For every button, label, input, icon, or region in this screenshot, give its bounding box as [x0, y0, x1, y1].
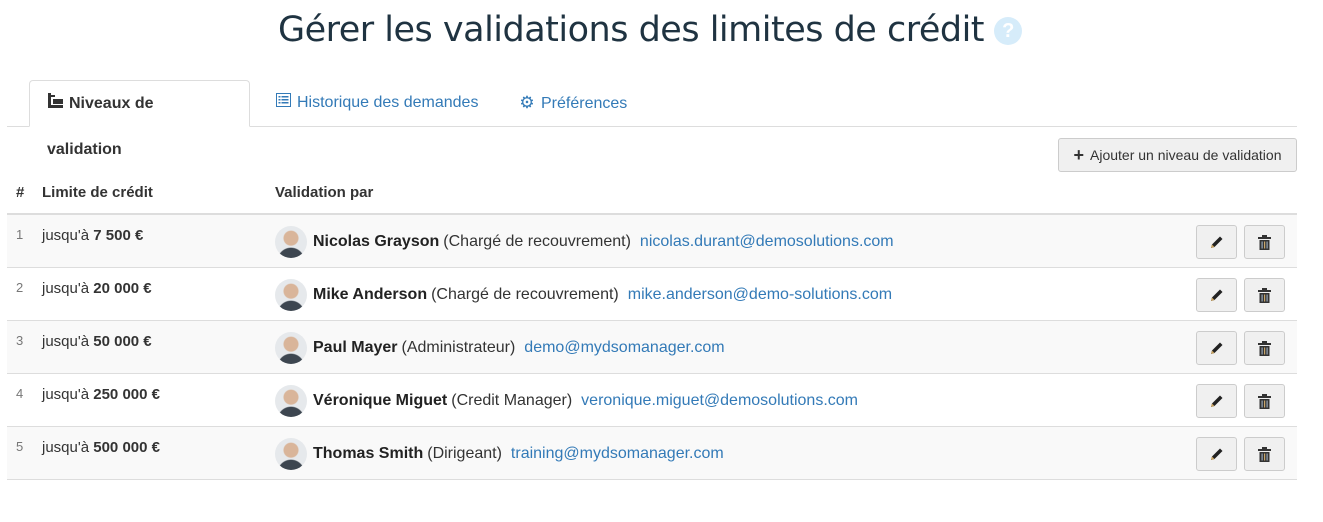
credit-limit: jusqu'à 7 500 €	[42, 227, 143, 244]
avatar	[275, 332, 307, 364]
trash-icon	[1258, 234, 1271, 250]
avatar	[275, 385, 307, 417]
validator-role: (Dirigeant)	[427, 445, 502, 462]
trash-icon	[1258, 287, 1271, 303]
validator-name: Nicolas Grayson	[313, 233, 440, 250]
delete-button[interactable]	[1244, 437, 1285, 471]
gear-icon: ⚙	[519, 93, 535, 112]
validator-name: Thomas Smith	[313, 445, 424, 462]
limit-prefix: jusqu'à	[42, 227, 90, 244]
limit-amount: 50 000 €	[93, 333, 152, 350]
tab-validation-levels[interactable]: Niveaux de validation	[29, 80, 250, 158]
validator-name: Mike Anderson	[313, 286, 428, 303]
limit-amount: 20 000 €	[93, 280, 152, 297]
limit-amount: 500 000 €	[93, 439, 160, 456]
validator: Nicolas Grayson (Chargé de recouvrement) n…	[275, 225, 894, 259]
trash-icon	[1258, 393, 1271, 409]
validator-email-link[interactable]: nicolas.durant@demosolutions.com	[640, 233, 894, 251]
sitemap-icon	[47, 81, 63, 127]
edit-button[interactable]	[1196, 384, 1237, 418]
validator: Thomas Smith (Dirigeant) training@mydsoman…	[275, 437, 724, 471]
validator-role: (Chargé de recouvrement)	[431, 286, 619, 303]
validator: Véronique Miguet (Credit Manager) veroniqu…	[275, 384, 858, 418]
tab-label: Historique des demandes	[297, 94, 479, 111]
avatar	[275, 279, 307, 311]
credit-limit: jusqu'à 20 000 €	[42, 280, 152, 297]
limit-amount: 250 000 €	[93, 386, 160, 403]
validator-email-link[interactable]: veronique.miguet@demosolutions.com	[581, 392, 858, 410]
edit-button[interactable]	[1196, 331, 1237, 365]
table-row: 1 jusqu'à 7 500 € Nicolas Grayson (Chargé d…	[7, 215, 1297, 268]
credit-limit: jusqu'à 250 000 €	[42, 386, 160, 403]
delete-button[interactable]	[1244, 225, 1285, 259]
avatar	[275, 226, 307, 258]
table-row: 3 jusqu'à 50 000 € Paul Mayer (Administrate…	[7, 321, 1297, 374]
validator-role: (Credit Manager)	[451, 392, 573, 409]
delete-button[interactable]	[1244, 278, 1285, 312]
limit-prefix: jusqu'à	[42, 280, 90, 297]
validator-name: Véronique Miguet	[313, 392, 448, 409]
validator: Paul Mayer (Administrateur) demo@mydsomana…	[275, 331, 725, 365]
limit-prefix: jusqu'à	[42, 386, 90, 403]
row-number: 1	[16, 227, 24, 242]
pencil-icon	[1210, 448, 1222, 460]
pencil-icon	[1210, 289, 1222, 301]
page-title-text: Gérer les validations des limites de cré…	[277, 10, 985, 50]
trash-icon	[1258, 446, 1271, 462]
limit-prefix: jusqu'à	[42, 439, 90, 456]
tab-label: Préférences	[541, 95, 628, 112]
row-number: 5	[16, 439, 24, 454]
pencil-icon	[1210, 342, 1222, 354]
row-number: 3	[16, 333, 24, 348]
validator-role: (Chargé de recouvrement)	[443, 233, 631, 250]
validator-email-link[interactable]: training@mydsomanager.com	[511, 445, 724, 463]
page-title: Gérer les validations des limites de cré…	[0, 10, 1300, 50]
validator-role: (Administrateur)	[401, 339, 516, 356]
validator-email-link[interactable]: mike.anderson@demo-solutions.com	[628, 286, 892, 304]
validator-email-link[interactable]: demo@mydsomanager.com	[524, 339, 724, 357]
delete-button[interactable]	[1244, 384, 1285, 418]
question-circle-icon[interactable]: ?	[994, 17, 1023, 45]
add-button-label: Ajouter un niveau de validation	[1090, 147, 1282, 163]
table-header: # Limite de crédit Validation par	[7, 172, 1297, 215]
header-validator: Validation par	[275, 184, 374, 201]
plus-icon: +	[1073, 145, 1085, 165]
delete-button[interactable]	[1244, 331, 1285, 365]
credit-limit: jusqu'à 50 000 €	[42, 333, 152, 350]
add-validation-level-button[interactable]: + Ajouter un niveau de validation	[1058, 138, 1297, 172]
table-row: 4 jusqu'à 250 000 € Véronique Miguet (Credi…	[7, 374, 1297, 427]
tab-request-history[interactable]: Historique des demandes	[258, 80, 495, 126]
limit-amount: 7 500 €	[93, 227, 144, 244]
header-credit-limit: Limite de crédit	[42, 184, 153, 201]
header-num: #	[16, 184, 25, 201]
table-row: 2 jusqu'à 20 000 € Mike Anderson (Chargé de…	[7, 268, 1297, 321]
edit-button[interactable]	[1196, 225, 1237, 259]
validator: Mike Anderson (Chargé de recouvrement) mik…	[275, 278, 892, 312]
validator-name: Paul Mayer	[313, 339, 398, 356]
pencil-icon	[1210, 236, 1222, 248]
table-row: 5 jusqu'à 500 000 € Thomas Smith (Dirigeant…	[7, 427, 1297, 480]
pencil-icon	[1210, 395, 1222, 407]
credit-limit: jusqu'à 500 000 €	[42, 439, 160, 456]
edit-button[interactable]	[1196, 278, 1237, 312]
trash-icon	[1258, 340, 1271, 356]
row-number: 2	[16, 280, 24, 295]
limit-prefix: jusqu'à	[42, 333, 90, 350]
row-number: 4	[16, 386, 24, 401]
avatar	[275, 438, 307, 470]
tab-bar: Niveaux de validation Historique des dem…	[7, 80, 1297, 158]
list-alt-icon	[275, 80, 291, 126]
tab-preferences[interactable]: ⚙ Préférences	[502, 80, 644, 126]
edit-button[interactable]	[1196, 437, 1237, 471]
